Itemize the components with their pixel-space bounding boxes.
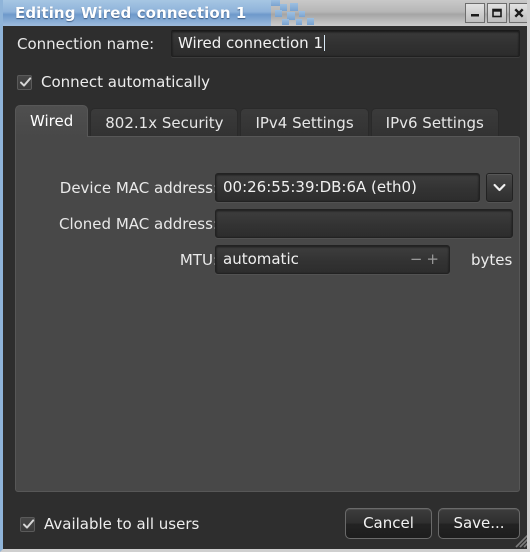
chevron-down-icon [493,183,506,192]
connect-automatically-label: Connect automatically [41,73,211,91]
editing-connection-window: Editing Wired connection 1 Connection na… [0,0,530,552]
connection-name-value: Wired connection 1 [178,34,323,52]
device-mac-row: Device MAC address: 00:26:55:39:DB:6A (e… [16,173,521,203]
available-all-users-label: Available to all users [44,515,200,533]
cloned-mac-input[interactable] [215,209,513,238]
mtu-value: automatic [223,250,299,268]
minimize-button[interactable] [465,3,485,23]
dialog-footer: Available to all users Cancel Save... [6,500,529,549]
maximize-button[interactable] [487,3,507,23]
cloned-mac-label: Cloned MAC address: [58,215,218,233]
resize-grip-icon[interactable] [512,531,529,548]
title-dither-pixel [307,18,314,25]
close-button[interactable] [509,3,527,23]
title-dither-pixel [275,10,282,17]
cloned-mac-row: Cloned MAC address: [16,209,521,239]
mtu-label: MTU: [179,251,218,269]
tab-wired[interactable]: Wired [15,105,89,137]
connection-name-input[interactable]: Wired connection 1 [171,30,520,57]
connection-name-label: Connection name: [17,35,155,53]
connection-name-row: Connection name: Wired connection 1 [6,26,527,64]
connect-automatically-checkbox[interactable] [17,74,32,90]
window-controls [465,3,527,23]
tab-8021x-security[interactable]: 802.1x Security [90,108,239,137]
available-all-users-checkbox[interactable] [20,516,35,532]
device-mac-label: Device MAC address: [59,179,218,197]
wired-tab-panel: Device MAC address: 00:26:55:39:DB:6A (e… [15,136,520,492]
title-dither-pixel [299,11,305,17]
settings-tabs: Wired 802.1x Security IPv4 Settings IPv6… [15,105,501,137]
connect-automatically-row[interactable]: Connect automatically [17,70,210,94]
save-button[interactable]: Save... [438,508,520,539]
device-mac-combobox[interactable]: 00:26:55:39:DB:6A (eth0) [215,173,480,202]
mtu-stepper[interactable]: −+ [410,246,443,273]
mtu-units-label: bytes [471,251,513,269]
mtu-increment-button[interactable]: + [426,250,443,268]
window-title: Editing Wired connection 1 [15,4,247,22]
device-mac-dropdown-button[interactable] [486,173,513,202]
title-dither-pixel [296,19,302,25]
cancel-button[interactable]: Cancel [345,508,432,539]
tab-ipv6-settings[interactable]: IPv6 Settings [370,108,499,137]
title-dither-pixel [290,3,298,11]
mtu-decrement-button[interactable]: − [410,250,427,268]
device-mac-value: 00:26:55:39:DB:6A (eth0) [223,178,417,196]
mtu-row: MTU: automatic −+ bytes [16,245,521,275]
title-dither-pixel [282,19,289,25]
text-cursor [323,35,325,51]
available-all-users-row[interactable]: Available to all users [20,513,199,535]
title-dither-pixel [271,0,280,6]
mtu-spinbox[interactable]: automatic −+ [215,245,450,274]
tab-ipv4-settings[interactable]: IPv4 Settings [240,108,369,137]
title-bar[interactable]: Editing Wired connection 1 [3,0,527,26]
